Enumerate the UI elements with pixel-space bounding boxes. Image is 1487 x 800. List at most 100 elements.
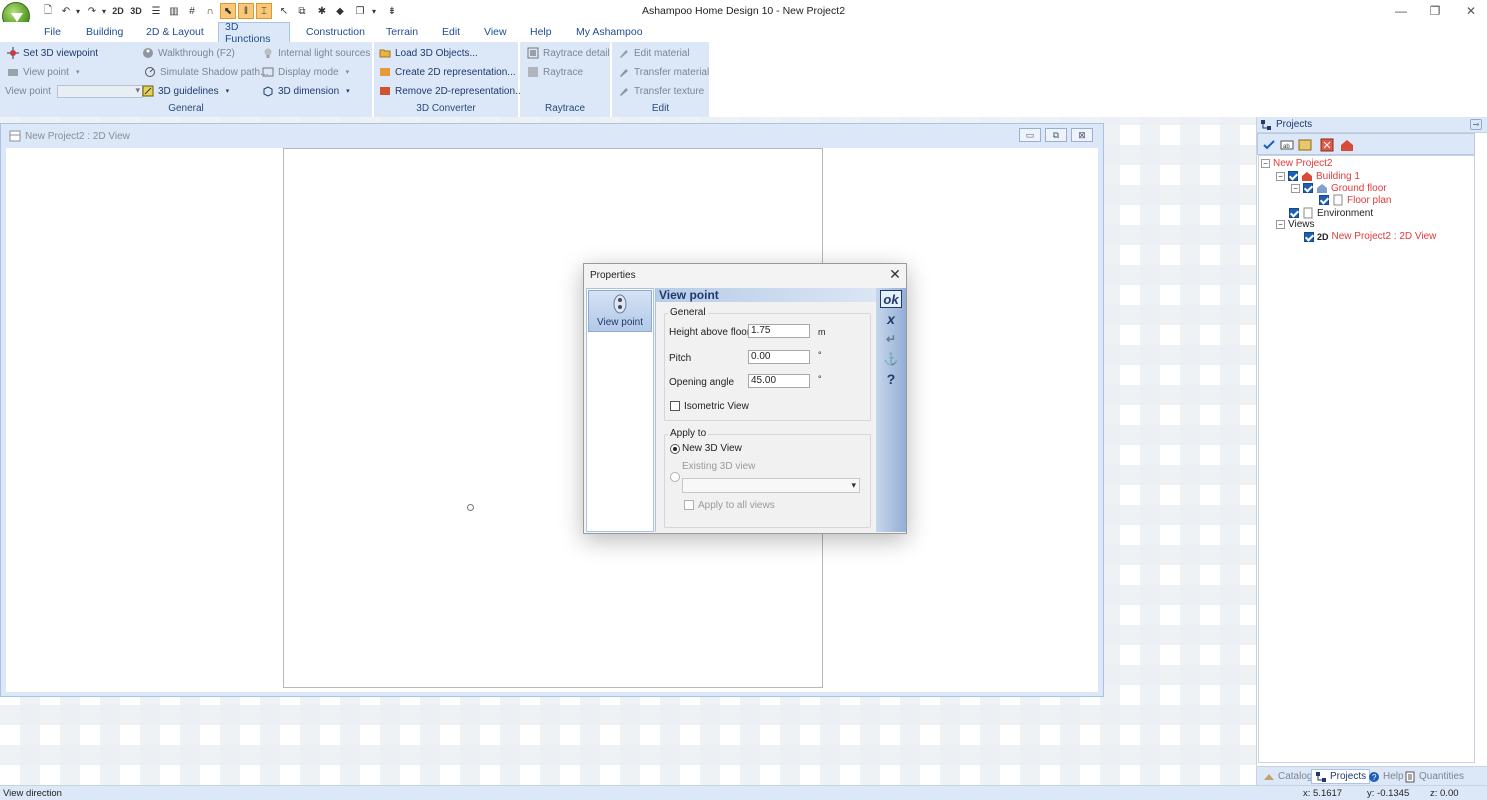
tree-views-label: Views [1288,219,1315,230]
title-bar: 🗋 ↶ ▾ ↷ ▾ 2D 3D ☰ ▥ # ∩ ⬉ ‖ ⌶ ↖ ⧉ ✱ ◆ ❐ ▾ ⇟ Ashampoo Home De… [0,0,1487,30]
plan-visible-checkbox[interactable] [1319,195,1329,205]
new-3d-view-radio[interactable] [670,444,680,454]
tab-view[interactable]: View [478,22,513,42]
tree-building[interactable]: − Building 1 [1276,170,1360,182]
properties-icon[interactable] [1298,138,1312,152]
existing-3d-view-radio[interactable] [670,472,680,482]
remove-2d-representation-button[interactable]: Remove 2D-representation... [379,85,523,97]
2d-badge-icon: 2D [1317,231,1329,242]
tree-project[interactable]: − New Project2 [1261,158,1332,169]
dialog-title: Properties [590,270,636,281]
tree-view-item[interactable]: 2D New Project2 : 2D View [1304,231,1436,242]
edit-material-button[interactable]: Edit material [618,47,690,59]
rename-icon[interactable]: ab [1280,138,1294,152]
svg-text:?: ? [1372,773,1377,782]
isometric-checkbox[interactable] [670,401,680,411]
existing-view-select[interactable]: ▾ [682,478,860,493]
restore-button[interactable]: ❐ [1420,2,1450,20]
floor-icon [1317,184,1327,193]
view-point-combo[interactable] [57,85,143,98]
building-visible-checkbox[interactable] [1288,171,1298,181]
apply-all-views-checkbox[interactable] [684,500,694,510]
load-3d-objects-button[interactable]: Load 3D Objects... [379,47,478,59]
document-icon [9,130,21,142]
collapse-icon[interactable]: − [1276,220,1285,229]
pitch-input[interactable]: 0.00 [748,350,810,364]
tab-help[interactable]: Help [524,22,558,42]
internal-light-button[interactable]: Internal light sources [262,47,370,59]
apply-all-views-label: Apply to all views [698,500,775,511]
tab-file[interactable]: File [38,22,67,42]
doc-close-button[interactable]: ⊠ [1071,128,1093,142]
minimize-button[interactable]: — [1386,2,1416,20]
pin-icon[interactable]: ⊸ [1470,119,1482,130]
view-point-button[interactable]: View point ▾ [7,66,79,78]
tab-edit[interactable]: Edit [436,22,466,42]
collapse-icon[interactable]: − [1291,183,1300,193]
tree-floor[interactable]: − Ground floor [1291,182,1387,194]
viewpoint-icon [7,47,19,59]
delete-icon[interactable] [1320,138,1334,152]
tree-views[interactable]: − Views [1276,219,1315,230]
tab-3d-functions[interactable]: 3D Functions [218,21,290,45]
tab-catalog[interactable]: Catalog [1260,769,1315,784]
general-group-title: General [668,307,708,318]
status-y: y: -0.1345 [1367,788,1410,799]
ok-button[interactable]: ok [880,290,902,308]
cancel-button[interactable]: x [880,310,902,328]
raytrace-button[interactable]: Raytrace [527,66,583,78]
view-visible-checkbox[interactable] [1304,231,1314,242]
collapse-icon[interactable]: − [1276,171,1285,181]
opening-angle-input[interactable]: 45.00 [748,374,810,388]
tab-projects[interactable]: Projects [1311,769,1371,784]
environment-visible-checkbox[interactable] [1289,208,1299,218]
transfer-texture-label: Transfer texture [634,85,705,97]
tab-my-ashampoo[interactable]: My Ashampoo [570,22,649,42]
page-icon [1333,194,1343,206]
light-bulb-icon [264,48,272,58]
floor-visible-checkbox[interactable] [1303,183,1313,193]
create-2d-representation-button[interactable]: Create 2D representation... [379,66,516,78]
tab-quantities[interactable]: Quantities [1401,769,1467,784]
guidelines-3d-button[interactable]: 3D guidelines ▾ [142,85,229,97]
brush-icon [620,50,628,58]
view-point-label: View point [23,66,69,78]
height-input[interactable]: 1.75 [748,324,810,338]
tree-floor-plan[interactable]: Floor plan [1319,194,1391,206]
dimension-3d-button[interactable]: 3D dimension ▾ [262,85,350,97]
tree-floor-plan-label: Floor plan [1347,194,1392,206]
transfer-material-icon [620,69,628,77]
tab-terrain[interactable]: Terrain [380,22,424,42]
project-tree: − New Project2 − Building 1 − Ground flo… [1258,155,1475,763]
simulate-shadow-label: Simulate Shadow path... [160,66,269,78]
tab-construction[interactable]: Construction [300,22,371,42]
set-3d-viewpoint-button[interactable]: Set 3D viewpoint [7,47,98,59]
dialog-close-button[interactable]: ✕ [888,266,902,282]
remove-2d-icon [380,87,390,95]
close-button[interactable]: ✕ [1456,2,1486,20]
category-view-point[interactable]: View point [588,290,652,332]
apply-button[interactable]: ↵ [880,330,902,348]
viewpoint-marker[interactable] [467,504,474,511]
walkthrough-button[interactable]: Walkthrough (F2) [142,47,235,59]
projects-panel: Projects ⊸ ab − New Project2 − Building … [1256,117,1487,785]
check-icon[interactable] [1262,138,1276,152]
tab-building[interactable]: Building [80,22,129,42]
raytrace-detail-button[interactable]: Raytrace detail [527,47,610,59]
plan-canvas[interactable] [6,148,1098,692]
doc-restore-button[interactable]: ⧉ [1045,128,1067,142]
building-icon[interactable] [1340,138,1354,152]
help-button[interactable]: ? [880,370,902,388]
tree-environment[interactable]: Environment [1289,207,1373,219]
transfer-material-button[interactable]: Transfer material [618,66,709,78]
guidelines-3d-label: 3D guidelines [158,85,219,97]
display-mode-button[interactable]: Display mode ▾ [262,66,349,78]
tab-catalog-label: Catalog [1278,771,1313,782]
transfer-texture-button[interactable]: Transfer texture [618,85,704,97]
projects-toolbar: ab [1257,133,1475,155]
anchor-button[interactable]: ⚓ [880,350,902,368]
doc-minimize-button[interactable]: ▭ [1019,128,1041,142]
simulate-shadow-button[interactable]: Simulate Shadow path... [144,66,268,78]
collapse-icon[interactable]: − [1261,159,1270,168]
tab-2d-layout[interactable]: 2D & Layout [140,22,210,42]
